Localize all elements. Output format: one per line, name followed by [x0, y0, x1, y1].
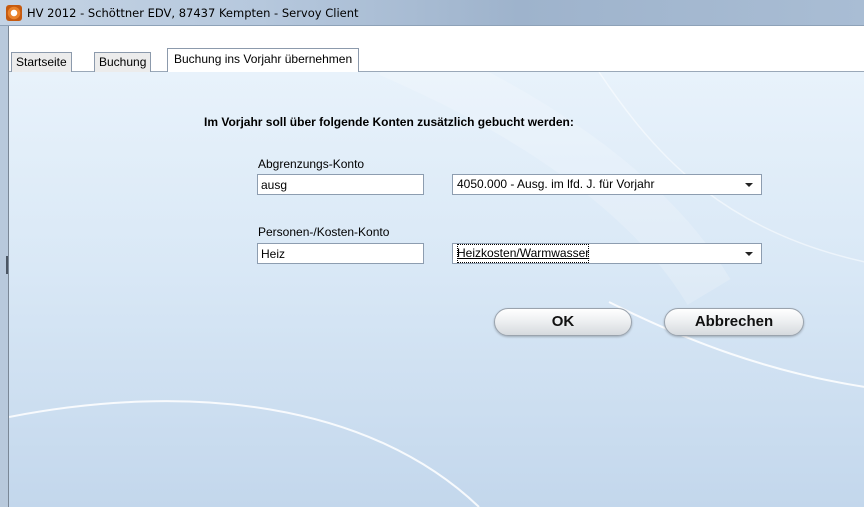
left-window-edge [0, 26, 8, 507]
abgrenzungs-konto-search-input[interactable] [257, 174, 424, 195]
tab-startseite[interactable]: Startseite [11, 52, 72, 72]
chevron-down-icon[interactable] [745, 252, 753, 256]
abgrenzungs-konto-label: Abgrenzungs-Konto [258, 157, 365, 171]
personen-konto-select[interactable]: Heizkosten/Warmwasser [452, 243, 762, 264]
client-window: Startseite Buchung Buchung ins Vorjahr ü… [8, 26, 864, 507]
chevron-down-icon[interactable] [745, 183, 753, 187]
tab-buchung-vorjahr[interactable]: Buchung ins Vorjahr übernehmen [167, 48, 360, 73]
form-panel: Im Vorjahr soll über folgende Konten zus… [9, 72, 864, 507]
abgrenzungs-konto-select[interactable]: 4050.000 - Ausg. im lfd. J. für Vorjahr [452, 174, 762, 195]
title-bar: HV 2012 - Schöttner EDV, 87437 Kempten -… [0, 0, 864, 26]
app-icon [6, 5, 22, 21]
tab-strip: Startseite Buchung Buchung ins Vorjahr ü… [9, 26, 864, 73]
tab-buchung[interactable]: Buchung [94, 52, 152, 72]
abgrenzungs-konto-value: 4050.000 - Ausg. im lfd. J. für Vorjahr [457, 177, 655, 191]
form-heading: Im Vorjahr soll über folgende Konten zus… [204, 115, 574, 129]
personen-konto-search-input[interactable] [257, 243, 424, 264]
background-swoosh [9, 72, 864, 507]
window-title: HV 2012 - Schöttner EDV, 87437 Kempten -… [27, 6, 359, 20]
ok-button[interactable]: OK [494, 308, 632, 336]
personen-konto-label: Personen-/Kosten-Konto [258, 225, 390, 239]
cancel-button[interactable]: Abbrechen [664, 308, 804, 336]
personen-konto-value: Heizkosten/Warmwasser [457, 244, 590, 263]
